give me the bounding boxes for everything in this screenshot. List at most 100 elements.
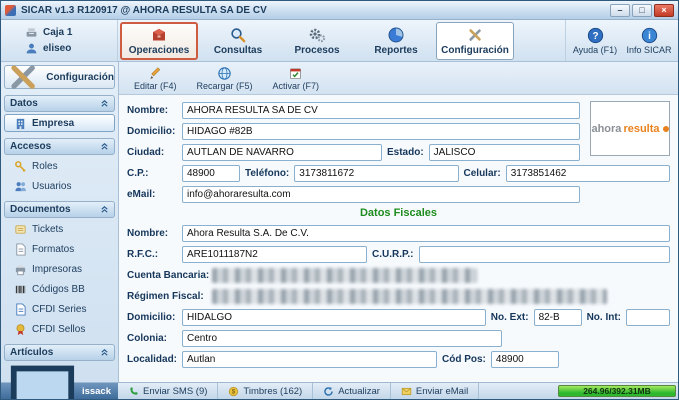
sidebar-item-cfdi-series[interactable]: CFDI Series [4, 300, 115, 318]
activar-button[interactable]: Activar (F7) [266, 63, 327, 93]
cash-register-icon [26, 28, 37, 37]
form-row: Colonia: Centro [127, 330, 670, 347]
phone-icon [130, 386, 138, 395]
form-row: C.P.: 48900 Teléfono: 3173811672 Celular… [127, 165, 670, 182]
tab-label: Reportes [374, 44, 418, 56]
tab-reportes[interactable]: Reportes [357, 22, 435, 60]
cp-field[interactable]: 48900 [182, 165, 240, 182]
cfdi-document-icon [16, 302, 26, 316]
celular-field[interactable]: 3173851462 [505, 165, 670, 182]
enviar-email-label: Enviar eMail [415, 385, 469, 397]
close-button[interactable]: × [654, 3, 674, 17]
curp-label: C.U.R.P.: [372, 249, 414, 260]
form-row: Cuenta Bancaria: [127, 267, 670, 284]
fiscal-nombre-field[interactable]: Ahora Resulta S.A. De C.V. [182, 225, 670, 242]
item-label: Tickets [32, 223, 64, 235]
building-icon [16, 118, 25, 129]
tab-label: Consultas [213, 44, 263, 56]
email-field[interactable]: info@ahoraresulta.com [182, 186, 580, 203]
sidebar-item-empresa[interactable]: Empresa [4, 114, 115, 132]
company-logo: ahora resulta [590, 101, 670, 156]
editar-label: Editar (F4) [134, 80, 177, 91]
no-int-label: No. Int: [586, 312, 621, 323]
telefono-field[interactable]: 3173811672 [294, 165, 459, 182]
colonia-label: Colonia: [127, 333, 167, 344]
no-ext-label: No. Ext: [490, 312, 529, 323]
no-ext-field[interactable]: 82-B [533, 309, 582, 326]
section-label: Datos [10, 98, 38, 109]
status-bar: issack Enviar SMS (9) $ Timbres (162) Ac… [1, 365, 678, 399]
sidebar-title-label: Configuración [46, 71, 114, 83]
session-block: Caja 1 eliseo [1, 20, 118, 61]
refresh-icon [324, 386, 333, 396]
svg-text:i: i [648, 31, 651, 42]
ciudad-label: Ciudad: [127, 147, 165, 158]
sidebar-section-datos[interactable]: Datos [4, 95, 115, 112]
tab-procesos[interactable]: Procesos [278, 22, 356, 60]
colonia-field[interactable]: Centro [182, 330, 502, 347]
activar-label: Activar (F7) [272, 80, 320, 91]
status-user: issack [1, 365, 118, 399]
tab-configuracion[interactable]: Configuración [436, 21, 514, 60]
localidad-field[interactable]: Autlan [182, 351, 437, 368]
editar-button[interactable]: Editar (F4) [127, 63, 184, 93]
regimen-fiscal-label: Régimen Fiscal: [127, 291, 204, 302]
recargar-button[interactable]: Recargar (F5) [190, 63, 260, 93]
sidebar-item-cfdi-sellos[interactable]: CFDI Sellos [4, 320, 115, 338]
document-icon [16, 242, 26, 256]
regimen-fiscal-redacted-field[interactable] [212, 289, 607, 304]
info-label: Info SICAR [626, 44, 672, 55]
ayuda-label: Ayuda (F1) [572, 44, 618, 55]
nombre-field[interactable]: AHORA RESULTA SA DE CV [182, 102, 580, 119]
cashbox-indicator: Caja 1 [25, 26, 117, 39]
enviar-email-button[interactable]: Enviar eMail [391, 383, 480, 399]
timbres-button[interactable]: $ Timbres (162) [218, 383, 314, 399]
domicilio-field[interactable]: HIDAGO #82B [182, 123, 580, 140]
form-row: Régimen Fiscal: [127, 288, 670, 305]
info-sicar-button[interactable]: i Info SICAR [622, 22, 676, 60]
no-int-field[interactable] [626, 309, 670, 326]
chevron-up-icon [101, 100, 108, 107]
item-label: CFDI Sellos [32, 323, 86, 335]
sidebar-title[interactable]: Configuración [4, 65, 115, 89]
localidad-label: Localidad: [127, 354, 178, 365]
cod-pos-field[interactable]: 48900 [490, 351, 559, 368]
form-row: Domicilio: HIDAGO #82B [127, 123, 580, 140]
sidebar-item-tickets[interactable]: Tickets [4, 220, 115, 238]
sidebar-section-documentos[interactable]: Documentos [4, 201, 115, 218]
pie-chart-icon [388, 27, 404, 42]
tab-operaciones[interactable]: Operaciones [120, 21, 198, 60]
ciudad-field[interactable]: AUTLAN DE NAVARRO [182, 144, 382, 161]
tools-icon [469, 28, 481, 41]
maximize-button[interactable]: □ [632, 3, 652, 17]
sidebar-item-impresoras[interactable]: Impresoras [4, 260, 115, 278]
minimize-button[interactable]: – [610, 3, 630, 17]
estado-field[interactable]: JALISCO [428, 144, 580, 161]
status-user-label: issack [81, 385, 111, 397]
form-row: Localidad: Autlan Cód Pos: 48900 [127, 351, 670, 368]
sidebar-item-usuarios[interactable]: Usuarios [4, 177, 115, 195]
timbres-label: Timbres (162) [243, 385, 303, 397]
enviar-sms-button[interactable]: Enviar SMS (9) [118, 383, 219, 399]
user-icon [26, 43, 37, 54]
cuenta-bancaria-redacted-field[interactable] [212, 268, 477, 283]
sidebar-item-codigos-bb[interactable]: Códigos BB [4, 280, 115, 298]
fiscal-domicilio-field[interactable]: HIDALGO [182, 309, 486, 326]
ayuda-button[interactable]: ? Ayuda (F1) [568, 22, 622, 60]
nombre-label: Nombre: [127, 105, 169, 116]
sidebar-item-formatos[interactable]: Formatos [4, 240, 115, 258]
key-icon [15, 160, 26, 172]
curp-field[interactable] [418, 246, 670, 263]
tab-consultas[interactable]: Consultas [199, 22, 277, 60]
title-bar: SICAR v1.3 R120917 @ AHORA RESULTA SA DE… [1, 1, 678, 20]
chevron-up-icon [101, 206, 108, 213]
empresa-form: ahora resulta Nombre: AHORA RESULTA SA D… [119, 95, 678, 382]
cuenta-bancaria-label: Cuenta Bancaria: [127, 270, 210, 281]
content-area: Configuración Datos Empresa Accesos Role… [1, 62, 678, 382]
barcode-icon [15, 285, 26, 293]
actualizar-button[interactable]: Actualizar [313, 383, 391, 399]
sidebar-section-accesos[interactable]: Accesos [4, 138, 115, 155]
rfc-field[interactable]: ARE1011187N2 [182, 246, 367, 263]
sidebar-item-roles[interactable]: Roles [4, 157, 115, 175]
item-label: Códigos BB [32, 283, 85, 295]
